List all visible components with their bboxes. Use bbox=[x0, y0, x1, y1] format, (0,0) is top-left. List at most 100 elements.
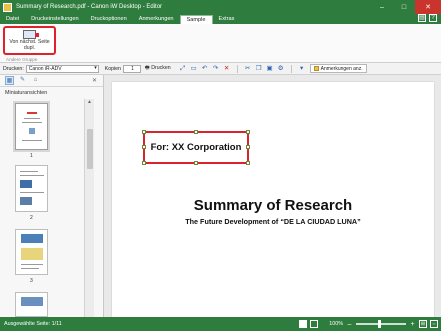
single-page-view-icon[interactable] bbox=[299, 320, 308, 328]
scrollbar-thumb[interactable] bbox=[87, 129, 93, 169]
maximize-button[interactable]: □ bbox=[393, 0, 415, 14]
delete-icon[interactable]: ✕ bbox=[223, 65, 231, 73]
thumb-line bbox=[20, 192, 44, 193]
resize-handle[interactable] bbox=[142, 130, 146, 134]
thumbnail-page-3[interactable] bbox=[15, 229, 48, 275]
thumbnail-page-1[interactable] bbox=[15, 103, 48, 150]
resize-handle[interactable] bbox=[246, 161, 250, 165]
zoom-level: 100% bbox=[329, 321, 343, 327]
toolbar: Drucken: Canon iR-ADV Kopien 1 🖶 Drucken… bbox=[0, 63, 441, 75]
resize-handle[interactable] bbox=[246, 130, 250, 134]
thumb-line bbox=[22, 122, 42, 123]
menu-druckoptionen[interactable]: Druckoptionen bbox=[85, 15, 133, 24]
bookmarks-tab-icon[interactable]: ⌂ bbox=[31, 76, 40, 85]
document-page: For: XX Corporation Summary of Research … bbox=[112, 82, 434, 317]
menu-druckeinstellungen[interactable]: Druckeinstellungen bbox=[25, 15, 85, 24]
thumbnail-list: 1 2 3 ▲ bbox=[0, 99, 94, 317]
paste-icon[interactable]: ▣ bbox=[266, 65, 274, 73]
ribbon: Von nächst. Seite dupl. Andere Gruppe bbox=[0, 24, 441, 63]
thumbnail-number-3: 3 bbox=[30, 278, 33, 284]
close-button[interactable]: ✕ bbox=[415, 0, 441, 14]
undo-icon[interactable]: ↶ bbox=[201, 65, 209, 73]
selected-page-status: Ausgewählte Seite: 1/11 bbox=[4, 321, 62, 327]
annotation-text-box[interactable]: For: XX Corporation bbox=[142, 130, 250, 165]
zoom-in-icon[interactable]: + bbox=[409, 321, 416, 328]
fit-page-icon[interactable]: ⊞ bbox=[419, 320, 427, 328]
page-icon[interactable]: ▭ bbox=[190, 65, 198, 73]
thumb-graphic bbox=[20, 180, 32, 188]
scroll-up-icon[interactable]: ▲ bbox=[85, 99, 94, 107]
properties-icon[interactable]: ⚙ bbox=[277, 65, 285, 73]
print-button-label: Drucken bbox=[151, 65, 171, 71]
more-icon[interactable]: ▾ bbox=[298, 65, 306, 73]
restore-ribbon-icon[interactable]: ▤ bbox=[418, 14, 426, 22]
thumbnail-scrollbar[interactable]: ▲ bbox=[84, 99, 94, 317]
toolbar-divider-2 bbox=[290, 64, 292, 73]
annotation-text: For: XX Corporation bbox=[150, 142, 242, 153]
thumbnail-panel: ▦ ✎ ⌂ ✕ Miniaturansichten 1 2 3 ▲ bbox=[0, 75, 104, 317]
title-bar: Summary of Research.pdf - Canon iW Deskt… bbox=[0, 0, 441, 14]
zoom-slider-knob[interactable] bbox=[378, 320, 381, 328]
resize-handle[interactable] bbox=[142, 145, 146, 149]
menu-sample[interactable]: Sample bbox=[179, 15, 213, 24]
thumb-graphic bbox=[20, 197, 32, 205]
toolbar-divider bbox=[236, 64, 238, 73]
menu-bar: Datei Druckeinstellungen Druckoptionen A… bbox=[0, 14, 441, 24]
resize-handle[interactable] bbox=[142, 161, 146, 165]
menu-extras[interactable]: Extras bbox=[213, 15, 241, 24]
thumbnails-tab-icon[interactable]: ▦ bbox=[5, 76, 14, 85]
thumbnail-number-2: 2 bbox=[30, 215, 33, 221]
thumbnail-page-2[interactable] bbox=[15, 165, 48, 212]
resize-handle[interactable] bbox=[194, 161, 198, 165]
zoom-out-icon[interactable]: – bbox=[346, 321, 353, 328]
ribbon-button-label: Von nächst. Seite dupl. bbox=[9, 39, 50, 51]
window-title: Summary of Research.pdf - Canon iW Deskt… bbox=[16, 4, 163, 10]
duplicate-from-next-page-button[interactable]: Von nächst. Seite dupl. bbox=[3, 26, 56, 55]
menu-right-icons: ▤ ? bbox=[418, 14, 437, 22]
thumb-line bbox=[24, 118, 40, 119]
menu-datei[interactable]: Datei bbox=[0, 15, 25, 24]
printer-icon: 🖶 bbox=[144, 65, 150, 71]
document-title: Summary of Research bbox=[193, 197, 353, 214]
thumbnail-number-1: 1 bbox=[30, 153, 33, 159]
cut-icon[interactable]: ✂ bbox=[244, 65, 252, 73]
minimize-button[interactable]: – bbox=[371, 0, 393, 14]
two-page-view-icon[interactable] bbox=[310, 320, 319, 328]
panel-tabs: ▦ ✎ ⌂ bbox=[0, 75, 103, 87]
select-icon[interactable]: ⤢ bbox=[179, 65, 187, 73]
thumb-line bbox=[21, 268, 39, 269]
duplicate-page-icon bbox=[23, 30, 39, 39]
copy-icon[interactable]: ❐ bbox=[255, 65, 263, 73]
thumb-logo bbox=[27, 112, 37, 114]
fit-width-icon[interactable]: ⇔ bbox=[430, 320, 438, 328]
printer-label: Drucken: bbox=[3, 65, 24, 72]
printer-select[interactable]: Canon iR-ADV bbox=[25, 64, 99, 73]
copies-label: Kopien bbox=[104, 65, 121, 72]
thumb-line bbox=[22, 140, 42, 141]
thumb-table bbox=[21, 248, 43, 260]
zoom-slider[interactable] bbox=[356, 320, 406, 328]
redo-icon[interactable]: ↷ bbox=[212, 65, 220, 73]
show-annotations-toggle[interactable]: Anmerkungen anz. bbox=[309, 64, 367, 73]
thumb-line bbox=[20, 171, 38, 172]
status-bar: Ausgewählte Seite: 1/11 100% – + ⊞ ⇔ bbox=[0, 317, 441, 331]
thumb-graphic bbox=[21, 297, 43, 306]
copies-input[interactable]: 1 bbox=[122, 64, 141, 73]
window-controls: – □ ✕ bbox=[371, 0, 441, 14]
show-annotations-label: Anmerkungen anz. bbox=[320, 65, 363, 72]
annotation-icon bbox=[313, 66, 319, 71]
status-controls: 100% – + ⊞ ⇔ bbox=[299, 317, 438, 331]
resize-handle[interactable] bbox=[246, 145, 250, 149]
print-button[interactable]: 🖶 Drucken bbox=[145, 64, 171, 73]
thumbnail-page-4[interactable] bbox=[15, 292, 48, 317]
resize-handle[interactable] bbox=[194, 130, 198, 134]
thumb-line bbox=[20, 175, 44, 176]
panel-close-icon[interactable]: ✕ bbox=[92, 77, 97, 84]
thumb-graphic bbox=[29, 128, 35, 134]
comments-tab-icon[interactable]: ✎ bbox=[18, 76, 27, 85]
help-icon[interactable]: ? bbox=[429, 14, 437, 22]
toolbar-icons: ⤢ ▭ ↶ ↷ ✕ ✂ ❐ ▣ ⚙ ▾ bbox=[179, 64, 306, 73]
app-icon bbox=[3, 2, 12, 12]
menu-anmerkungen[interactable]: Anmerkungen bbox=[133, 15, 180, 24]
document-subtitle: The Future Development of “DE LA CIUDAD … bbox=[185, 217, 361, 226]
